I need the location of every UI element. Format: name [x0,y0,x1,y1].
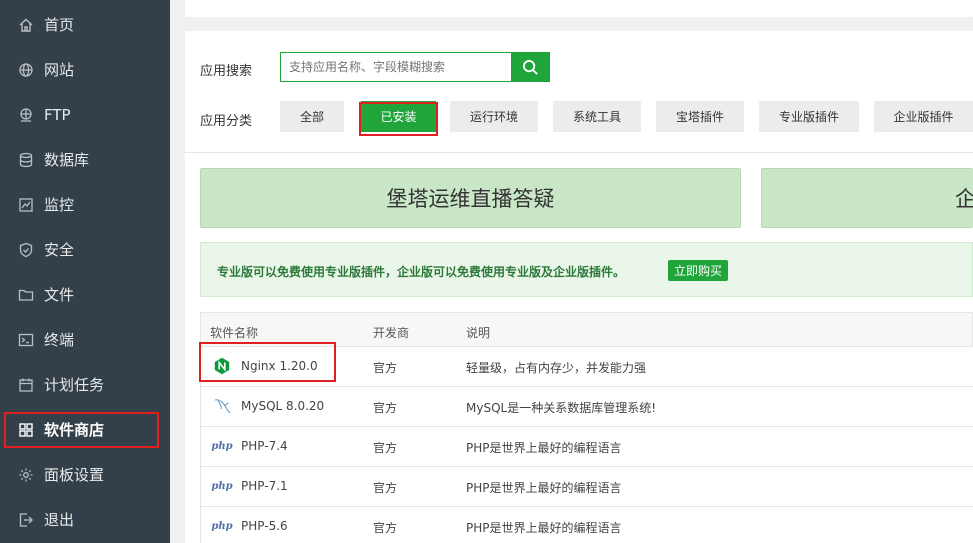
sidebar-item-database[interactable]: 数据库 [0,137,170,182]
mysql-icon [211,397,233,415]
ftp-icon [18,107,34,123]
software-name[interactable]: php PHP-5.6 [211,517,288,535]
shield-icon [18,242,34,258]
software-name-text: PHP-7.4 [241,439,288,453]
search-button[interactable] [511,52,550,82]
home-icon [18,17,34,33]
sidebar: 首页 网站 FTP 数据库 监控 安全 文件 终端 计划任务 软件商店 面板设置 [0,0,170,543]
php-icon: php [211,520,233,532]
nginx-row-highlight [199,342,336,382]
vendor-cell: 官方 [373,441,398,455]
license-notice: 专业版可以免费使用专业版插件，企业版可以免费使用专业版及企业版插件。 立即购买 [200,242,973,297]
software-name-text: PHP-7.1 [241,479,288,493]
sidebar-item-label: 网站 [44,61,75,79]
notice-text: 专业版可以免费使用专业版插件，企业版可以免费使用专业版及企业版插件。 [217,265,626,279]
sidebar-item-home[interactable]: 首页 [0,2,170,47]
sidebar-item-website[interactable]: 网站 [0,47,170,92]
column-header-description: 说明 [466,326,491,340]
sidebar-item-security[interactable]: 安全 [0,227,170,272]
software-name[interactable]: php PHP-7.1 [211,477,288,495]
software-name-text: MySQL 8.0.20 [241,399,325,413]
promo-banner[interactable]: 堡塔运维直播答疑 [200,168,741,228]
column-header-vendor: 开发商 [373,326,410,340]
description-cell: MySQL是一种关系数据库管理系统! [466,401,657,415]
sidebar-item-ftp[interactable]: FTP [0,92,170,137]
sidebar-item-settings[interactable]: 面板设置 [0,452,170,497]
software-name-text: PHP-5.6 [241,519,288,533]
search-icon [522,59,538,75]
description-cell: PHP是世界上最好的编程语言 [466,481,622,495]
database-icon [18,152,34,168]
table-row[interactable]: php PHP-5.6 官方 PHP是世界上最好的编程语言 [200,507,973,543]
globe-icon [18,62,34,78]
sidebar-item-label: FTP [44,105,71,124]
table-row[interactable]: php PHP-7.4 官方 PHP是世界上最好的编程语言 [200,427,973,467]
category-system-tools-button[interactable]: 系统工具 [553,101,641,132]
php-icon: php [211,440,233,452]
sidebar-item-label: 安全 [44,241,75,259]
software-name[interactable]: MySQL 8.0.20 [211,397,324,415]
vendor-cell: 官方 [373,481,398,495]
category-enterprise-plugins-button[interactable]: 企业版插件 [874,101,973,132]
sidebar-item-label: 数据库 [44,151,90,169]
logout-icon [18,512,34,528]
promo-banner-2[interactable]: 企 [761,168,973,228]
app-store-panel: 应用搜索 应用分类 全部 已安装 运行环境 系统工具 宝塔插件 专业版插件 企业… [185,31,973,543]
category-highlight [359,102,438,136]
description-cell: PHP是世界上最好的编程语言 [466,521,622,535]
category-bt-plugins-button[interactable]: 宝塔插件 [656,101,744,132]
search-input[interactable] [280,52,512,82]
folder-icon [18,287,34,303]
monitor-icon [18,197,34,213]
sidebar-item-logout[interactable]: 退出 [0,497,170,542]
buy-now-button[interactable]: 立即购买 [668,260,728,281]
active-item-highlight [4,412,159,448]
search-label: 应用搜索 [200,64,253,79]
category-pro-plugins-button[interactable]: 专业版插件 [759,101,859,132]
sidebar-item-label: 终端 [44,331,75,349]
table-row[interactable]: php PHP-7.1 官方 PHP是世界上最好的编程语言 [200,467,973,507]
sidebar-item-files[interactable]: 文件 [0,272,170,317]
php-icon: php [211,480,233,492]
sidebar-item-label: 文件 [44,286,75,304]
category-runtime-button[interactable]: 运行环境 [450,101,538,132]
sidebar-item-terminal[interactable]: 终端 [0,317,170,362]
sidebar-item-monitor[interactable]: 监控 [0,182,170,227]
gear-icon [18,467,34,483]
sidebar-item-label: 退出 [44,511,75,529]
sidebar-item-label: 首页 [44,16,75,34]
table-row[interactable]: MySQL 8.0.20 官方 MySQL是一种关系数据库管理系统! [200,387,973,427]
category-all-button[interactable]: 全部 [280,101,344,132]
sidebar-item-label: 计划任务 [44,376,105,394]
terminal-icon [18,332,34,348]
software-name[interactable]: php PHP-7.4 [211,437,288,455]
sidebar-item-label: 监控 [44,196,75,214]
calendar-icon [18,377,34,393]
vendor-cell: 官方 [373,401,398,415]
vendor-cell: 官方 [373,361,398,375]
divider [185,152,973,153]
sidebar-item-cron[interactable]: 计划任务 [0,362,170,407]
description-cell: 轻量级，占有内存少，并发能力强 [466,361,647,375]
top-panel [185,0,973,17]
column-header-name: 软件名称 [210,326,259,340]
sidebar-item-label: 面板设置 [44,466,105,484]
category-label: 应用分类 [200,114,253,129]
description-cell: PHP是世界上最好的编程语言 [466,441,622,455]
vendor-cell: 官方 [373,521,398,535]
